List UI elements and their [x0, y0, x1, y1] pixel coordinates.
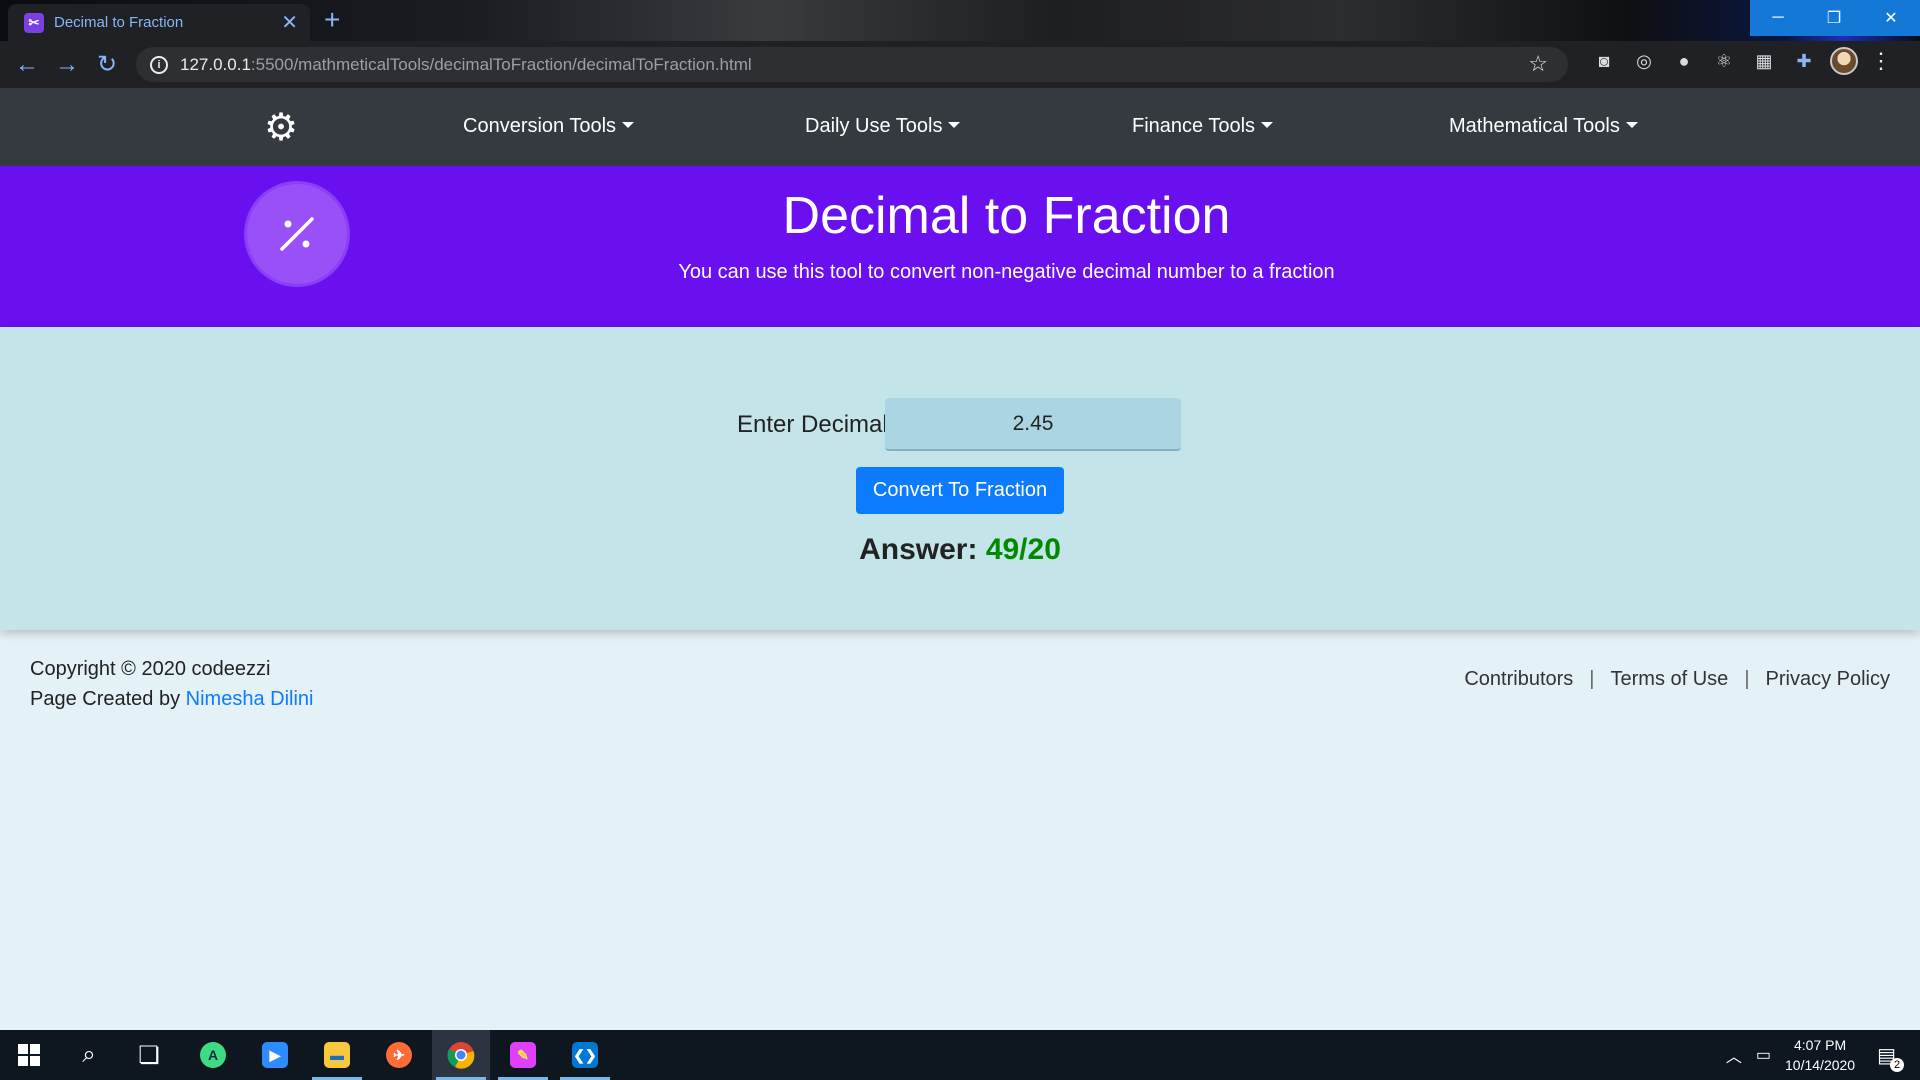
system-tray: ︿ ▭ 4:07 PM 10/14/2020 ▤ 2 — [1726, 1030, 1920, 1080]
privacy-policy-link[interactable]: Privacy Policy — [1766, 668, 1890, 691]
caret-down-icon — [948, 122, 961, 128]
decimal-input-label: Enter Decimal — [737, 411, 888, 438]
footer-links: Contributors | Terms of Use | Privacy Po… — [1464, 668, 1890, 691]
contributors-link[interactable]: Contributors — [1464, 668, 1573, 691]
footer-credits: Copyright © 2020 codeezzi Page Created b… — [30, 654, 313, 714]
extensions-area: ◙ ◎ ● ⚛ ▦ ✚ ⋮ — [1590, 47, 1892, 75]
forward-arrow-icon[interactable]: → — [47, 45, 87, 85]
windows-start-icon[interactable] — [0, 1030, 58, 1080]
convert-to-fraction-button[interactable]: Convert To Fraction — [856, 467, 1064, 514]
clock-date: 10/14/2020 — [1785, 1057, 1856, 1073]
battery-icon[interactable]: ▭ — [1756, 1045, 1771, 1065]
nav-label: Mathematical Tools — [1449, 115, 1620, 137]
answer-label: Answer: — [859, 533, 978, 566]
hero-banner: Decimal to Fraction You can use this too… — [0, 166, 1920, 327]
clock-time: 4:07 PM — [1793, 1037, 1847, 1053]
notifications-icon[interactable]: ▤ 2 — [1877, 1043, 1904, 1072]
window-restore-button[interactable]: ❐ — [1806, 0, 1862, 36]
profile-avatar[interactable] — [1830, 47, 1858, 75]
paint-app-icon[interactable]: ✎ — [494, 1030, 552, 1080]
windows-taskbar: ⌕ ❏ A ▶ ▬ ✈ ✎ ❮❯ ︿ ▭ 4:07 PM 10/14/2020 … — [0, 1030, 1920, 1080]
task-view-icon[interactable]: ❏ — [120, 1030, 178, 1080]
nav-finance-tools[interactable]: Finance Tools — [1132, 115, 1274, 138]
caret-down-icon — [1625, 122, 1638, 128]
search-icon[interactable]: ⌕ — [60, 1030, 118, 1080]
window-close-button[interactable]: ✕ — [1862, 0, 1920, 36]
browser-tab-strip: ✂ Decimal to Fraction ✕ + ─ ❐ ✕ — [0, 0, 1920, 41]
target-extension-icon[interactable]: ◎ — [1630, 47, 1658, 75]
site-navbar: ⚙ Conversion Tools Daily Use Tools Finan… — [0, 88, 1920, 166]
nav-label: Finance Tools — [1132, 115, 1256, 137]
answer-value: 49/20 — [985, 533, 1061, 566]
bookmark-star-icon[interactable]: ☆ — [1528, 51, 1548, 77]
created-by-prefix: Page Created by — [30, 688, 181, 710]
back-arrow-icon[interactable]: ← — [7, 45, 47, 85]
notification-count: 2 — [1890, 1057, 1904, 1072]
url-path: :5500/mathmeticalTools/decimalToFraction… — [250, 54, 752, 74]
postman-icon[interactable]: ✈ — [370, 1030, 428, 1080]
reload-icon[interactable]: ↻ — [87, 45, 127, 85]
gears-logo-icon[interactable]: ⚙ — [264, 106, 312, 150]
circle-extension-icon[interactable]: ● — [1670, 47, 1698, 75]
camera-extension-icon[interactable]: ◙ — [1590, 47, 1618, 75]
chrome-icon[interactable] — [432, 1030, 490, 1080]
nav-label: Conversion Tools — [463, 115, 617, 137]
nav-daily-use-tools[interactable]: Daily Use Tools — [805, 115, 961, 138]
chevron-up-icon[interactable]: ︿ — [1726, 1043, 1742, 1067]
copyright-text: Copyright © 2020 codeezzi — [30, 658, 271, 680]
page-title: Decimal to Fraction — [782, 187, 1231, 245]
page-subtitle: You can use this tool to convert non-neg… — [678, 261, 1335, 283]
answer-line: Answer: 49/20 — [0, 533, 1920, 567]
address-bar[interactable]: i 127.0.0.1:5500/mathmeticalTools/decima… — [136, 47, 1568, 82]
react-extension-icon[interactable]: ⚛ — [1710, 47, 1738, 75]
system-clock[interactable]: 4:07 PM 10/14/2020 — [1785, 1035, 1855, 1075]
nav-label: Daily Use Tools — [805, 115, 943, 137]
file-explorer-icon[interactable]: ▬ — [308, 1030, 366, 1080]
created-by-line: Page Created by Nimesha Dilini — [30, 684, 313, 714]
new-tab-button[interactable]: + — [324, 6, 340, 34]
tab-close-icon[interactable]: ✕ — [281, 10, 298, 35]
android-studio-icon[interactable]: A — [184, 1030, 242, 1080]
zoom-icon[interactable]: ▶ — [246, 1030, 304, 1080]
caret-down-icon — [622, 122, 635, 128]
terms-of-use-link[interactable]: Terms of Use — [1611, 668, 1729, 691]
converter-panel: Enter Decimal Convert To Fraction Answer… — [0, 327, 1920, 630]
footer-separator: | — [1744, 668, 1750, 690]
extensions-puzzle-icon[interactable]: ✚ — [1790, 47, 1818, 75]
tab-title: Decimal to Fraction — [54, 14, 184, 31]
decimal-input[interactable] — [885, 398, 1181, 451]
nav-conversion-tools[interactable]: Conversion Tools — [463, 115, 635, 138]
url-host: 127.0.0.1 — [180, 54, 251, 74]
browser-menu-icon[interactable]: ⋮ — [1870, 48, 1892, 74]
window-minimize-button[interactable]: ─ — [1750, 0, 1806, 36]
browser-tab[interactable]: ✂ Decimal to Fraction ✕ — [8, 4, 310, 41]
site-info-icon[interactable]: i — [150, 55, 168, 74]
vscode-icon[interactable]: ❮❯ — [556, 1030, 614, 1080]
caret-down-icon — [1261, 122, 1274, 128]
tab-favicon-icon: ✂ — [24, 12, 44, 33]
browser-toolbar: ← → ↻ i 127.0.0.1:5500/mathmeticalTools/… — [0, 41, 1920, 88]
selenium-extension-icon[interactable]: ▦ — [1750, 47, 1778, 75]
footer-separator: | — [1589, 668, 1595, 690]
author-link[interactable]: Nimesha Dilini — [186, 688, 314, 710]
nav-mathematical-tools[interactable]: Mathematical Tools — [1449, 115, 1638, 138]
